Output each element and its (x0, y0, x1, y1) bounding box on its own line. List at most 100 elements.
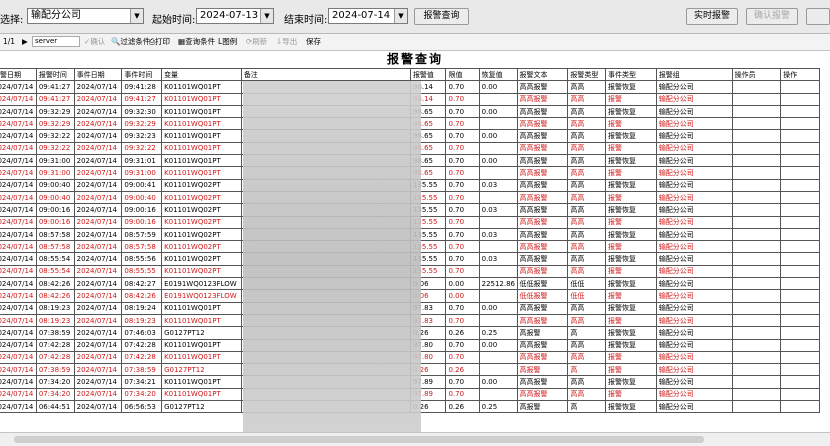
table-cell: 0.70 (445, 338, 480, 352)
table-cell: 输配分公司 (655, 203, 733, 217)
confirm-alarm-button[interactable]: 确认报警 (746, 8, 798, 25)
table-cell: 高高 (567, 154, 606, 168)
horizontal-scrollbar[interactable] (0, 432, 830, 446)
table-cell: 0.00 (478, 375, 518, 389)
print-tool[interactable]: ⎙打印 (149, 37, 170, 47)
table-cell: 输配分公司 (655, 264, 733, 279)
server-select[interactable]: server (32, 36, 80, 47)
realtime-alarm-button[interactable]: 实时报警 (686, 8, 738, 25)
table-cell: 高报警 (516, 400, 569, 414)
table-cell: 0.00 (478, 129, 518, 143)
column-header: 报警时间 (35, 67, 75, 82)
table-cell: 2024/07/14 (0, 203, 37, 217)
next-page-icon[interactable]: ▶ (22, 37, 28, 47)
table-cell: 高高报警 (516, 387, 569, 402)
table-cell: 07:38:59 (121, 363, 163, 377)
table-cell (478, 350, 518, 365)
table-cell: 2024/07/14 (0, 215, 37, 229)
table-cell: 09:41:28 (121, 80, 163, 94)
refresh-tool[interactable]: ⟳刷新 (246, 37, 267, 47)
table-cell: 0.70 (445, 387, 480, 402)
table-cell: 2024/07/14 (0, 227, 37, 242)
table-cell: 0.03 (478, 203, 518, 217)
table-cell (731, 313, 782, 328)
table-cell: 0.70 (445, 141, 480, 156)
table-cell: 0.03 (478, 252, 518, 266)
table-cell (780, 166, 820, 180)
table-cell: 09:32:30 (121, 104, 163, 119)
table-cell (780, 203, 820, 217)
table-cell: 输配分公司 (655, 129, 733, 143)
table-cell: 0.00 (445, 277, 480, 291)
table-cell: K01101WQ01PT (161, 350, 242, 365)
filter-tool-label: 过滤条件 (120, 37, 151, 46)
table-cell (731, 289, 782, 303)
table-cell: E0191WQ0123FLOW (161, 277, 242, 291)
table-cell: 输配分公司 (655, 338, 733, 352)
table-cell: 报警 (604, 363, 657, 377)
table-cell: 2024/07/14 (0, 387, 37, 402)
table-cell: 2024/07/14 (73, 178, 123, 192)
table-cell: 0.70 (445, 92, 480, 106)
table-cell (731, 166, 782, 180)
save-tool[interactable]: 保存 (306, 37, 321, 47)
alarm-query-button[interactable]: 报警查询 (414, 8, 469, 25)
table-cell: 报警 (604, 240, 657, 254)
table-cell (731, 326, 782, 340)
scrollbar-thumb[interactable] (14, 436, 704, 443)
table-cell: K01101WQ01PT (161, 117, 242, 131)
table-cell: 高高 (567, 375, 606, 389)
end-date-picker[interactable]: 2024-07-14 ▼ (328, 8, 408, 24)
report-title: 报警查询 (386, 52, 443, 66)
table-cell (780, 117, 820, 131)
table-cell: 报警恢复 (604, 154, 657, 168)
table-cell (478, 190, 518, 205)
table-cell: 08:57:59 (121, 227, 163, 242)
table-cell: 报警 (604, 387, 657, 402)
table-cell: 低低 (567, 289, 606, 303)
chevron-down-icon[interactable]: ▼ (130, 9, 143, 23)
table-cell: 2024/07/14 (73, 117, 123, 131)
table-cell: 2024/07/14 (73, 400, 123, 414)
end-time-label: 结束时间: (284, 15, 328, 26)
table-cell: K01101WQ01PT (161, 154, 242, 168)
table-cell: 0.03 (478, 227, 518, 242)
table-cell: 09:00:16 (35, 215, 75, 229)
start-date-value: 2024-07-13 (200, 10, 259, 21)
table-cell (780, 277, 820, 291)
extra-button[interactable] (806, 8, 830, 25)
table-cell: 高高报警 (516, 117, 569, 131)
start-time-label: 起始时间: (152, 15, 196, 26)
column-header: 限值 (445, 67, 480, 82)
chevron-down-icon[interactable]: ▼ (394, 9, 407, 23)
filter-tool[interactable]: 🔍过滤条件 (111, 37, 150, 47)
export-tool[interactable]: ⇩导出 (276, 37, 297, 47)
table-cell: 0.70 (445, 178, 480, 192)
confirm-tool[interactable]: ✓确认 (84, 37, 105, 47)
table-cell: 输配分公司 (655, 190, 733, 205)
query-condition-tool[interactable]: ▦查询条件 (178, 37, 215, 47)
table-cell: 高高报警 (516, 264, 569, 279)
table-cell: 高高报警 (516, 154, 569, 168)
table-cell: 2024/07/14 (0, 277, 37, 291)
table-cell: 06:56:53 (121, 400, 163, 414)
chevron-down-icon[interactable]: ▼ (260, 9, 273, 23)
table-cell (731, 375, 782, 389)
table-cell (780, 387, 820, 402)
table-cell: 输配分公司 (655, 375, 733, 389)
table-cell: 报警 (604, 215, 657, 229)
company-select[interactable]: 输配分公司 ▼ (27, 8, 144, 24)
table-cell: 高 (567, 363, 606, 377)
table-cell: 08:55:55 (121, 264, 163, 279)
table-cell: K01101WQ01PT (161, 338, 242, 352)
report-toolbar: 1/1 ▶ server ✓确认 🔍过滤条件 ⎙打印 ▦查询条件 L图例 ⟳刷新… (0, 34, 830, 51)
table-cell: 09:31:00 (121, 166, 163, 180)
legend-tool[interactable]: L图例 (218, 37, 237, 47)
table-cell: 07:34:20 (35, 387, 75, 402)
table-cell: E0191WQ0123FLOW (161, 289, 242, 303)
print-tool-label: 打印 (155, 37, 170, 46)
table-cell: 高高报警 (516, 215, 569, 229)
start-date-picker[interactable]: 2024-07-13 ▼ (196, 8, 274, 24)
table-cell: 2024/07/14 (0, 363, 37, 377)
column-header: 备注 (240, 67, 411, 82)
